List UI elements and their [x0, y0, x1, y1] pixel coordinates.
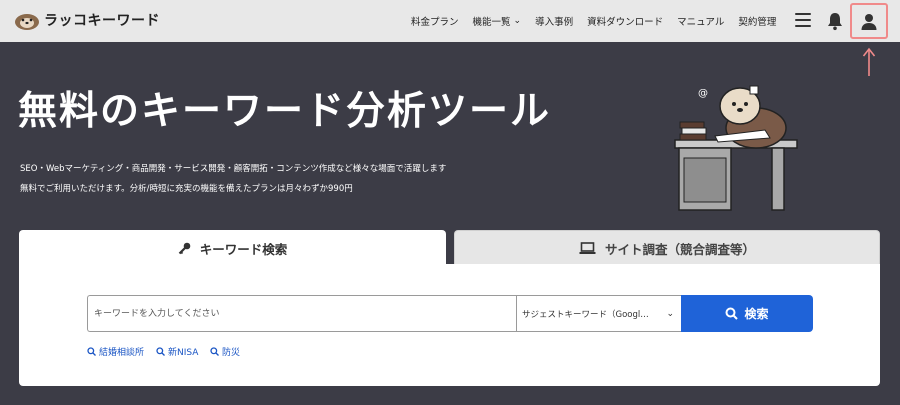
nav-download[interactable]: 資料ダウンロード [587, 14, 663, 28]
otter-logo-icon [15, 14, 39, 30]
logo[interactable]: ラッコキーワード [14, 9, 160, 31]
main-nav: 料金プラン 機能一覧 ⌄ 導入事例 資料ダウンロード マニュアル 契約管理 [411, 0, 790, 42]
nav-label: 料金プラン [411, 17, 459, 28]
nav-features[interactable]: 機能一覧 ⌄ [473, 14, 522, 28]
chevron-down-icon: ⌄ [666, 308, 674, 319]
tab-site-research[interactable]: サイト調査（競合調査等） [454, 230, 880, 266]
bell-icon[interactable] [826, 11, 844, 31]
search-icon [87, 347, 96, 356]
nav-label: 資料ダウンロード [587, 17, 664, 28]
key-icon [178, 242, 191, 255]
select-value: サジェストキーワード（Googl… [522, 309, 649, 320]
logo-text: ラッコキーワード [44, 13, 160, 29]
hamburger-menu-icon[interactable] [795, 13, 811, 27]
chevron-down-icon: ⌄ [513, 16, 522, 26]
suggestion-label: 新NISA [168, 348, 199, 358]
nav-label: 導入事例 [535, 17, 574, 28]
arrow-up-icon [862, 47, 876, 76]
tab-keyword-search[interactable]: キーワード検索 [19, 230, 446, 266]
nav-label: 機能一覧 [472, 17, 511, 28]
search-button[interactable]: 検索 [681, 295, 813, 332]
user-icon [861, 13, 877, 30]
nav-manual[interactable]: マニュアル [677, 14, 724, 28]
hero-description: 無料でご利用いただけます。分析/時短に充実の機能を備えたプランは月々わずか990… [20, 184, 353, 194]
nav-case-studies[interactable]: 導入事例 [535, 14, 573, 28]
keyword-search-input[interactable] [87, 295, 517, 332]
suggestion-label: 結婚相談所 [99, 348, 145, 358]
nav-pricing[interactable]: 料金プラン [411, 14, 459, 28]
nav-label: 契約管理 [738, 17, 777, 28]
hero-description: SEO・Webマーケティング・商品開発・サービス開発・顧客開拓・コンテンツ作成な… [20, 164, 447, 174]
suggestion-link[interactable]: 新NISA [156, 345, 198, 358]
search-icon [725, 307, 739, 320]
otter-studying-illustration: @ [674, 85, 798, 211]
search-icon [156, 347, 165, 356]
svg-text:@: @ [698, 88, 708, 99]
laptop-icon [579, 242, 596, 255]
nav-label: マニュアル [677, 17, 725, 28]
search-button-label: 検索 [744, 307, 769, 321]
user-account-button[interactable] [850, 3, 888, 39]
tab-label: サイト調査（競合調査等） [604, 242, 755, 257]
top-header: ラッコキーワード 料金プラン 機能一覧 ⌄ 導入事例 資料ダウンロード マニュアル… [0, 0, 900, 42]
tab-label: キーワード検索 [199, 241, 288, 257]
hero-title: 無料のキーワード分析ツール [18, 89, 552, 134]
search-type-select[interactable]: サジェストキーワード（Googl… ⌄ [516, 295, 682, 332]
suggestion-link[interactable]: 結婚相談所 [87, 345, 144, 358]
search-icon [210, 347, 219, 356]
nav-contract[interactable]: 契約管理 [738, 14, 776, 28]
suggestion-link[interactable]: 防災 [210, 345, 240, 358]
suggestion-label: 防災 [222, 348, 241, 358]
